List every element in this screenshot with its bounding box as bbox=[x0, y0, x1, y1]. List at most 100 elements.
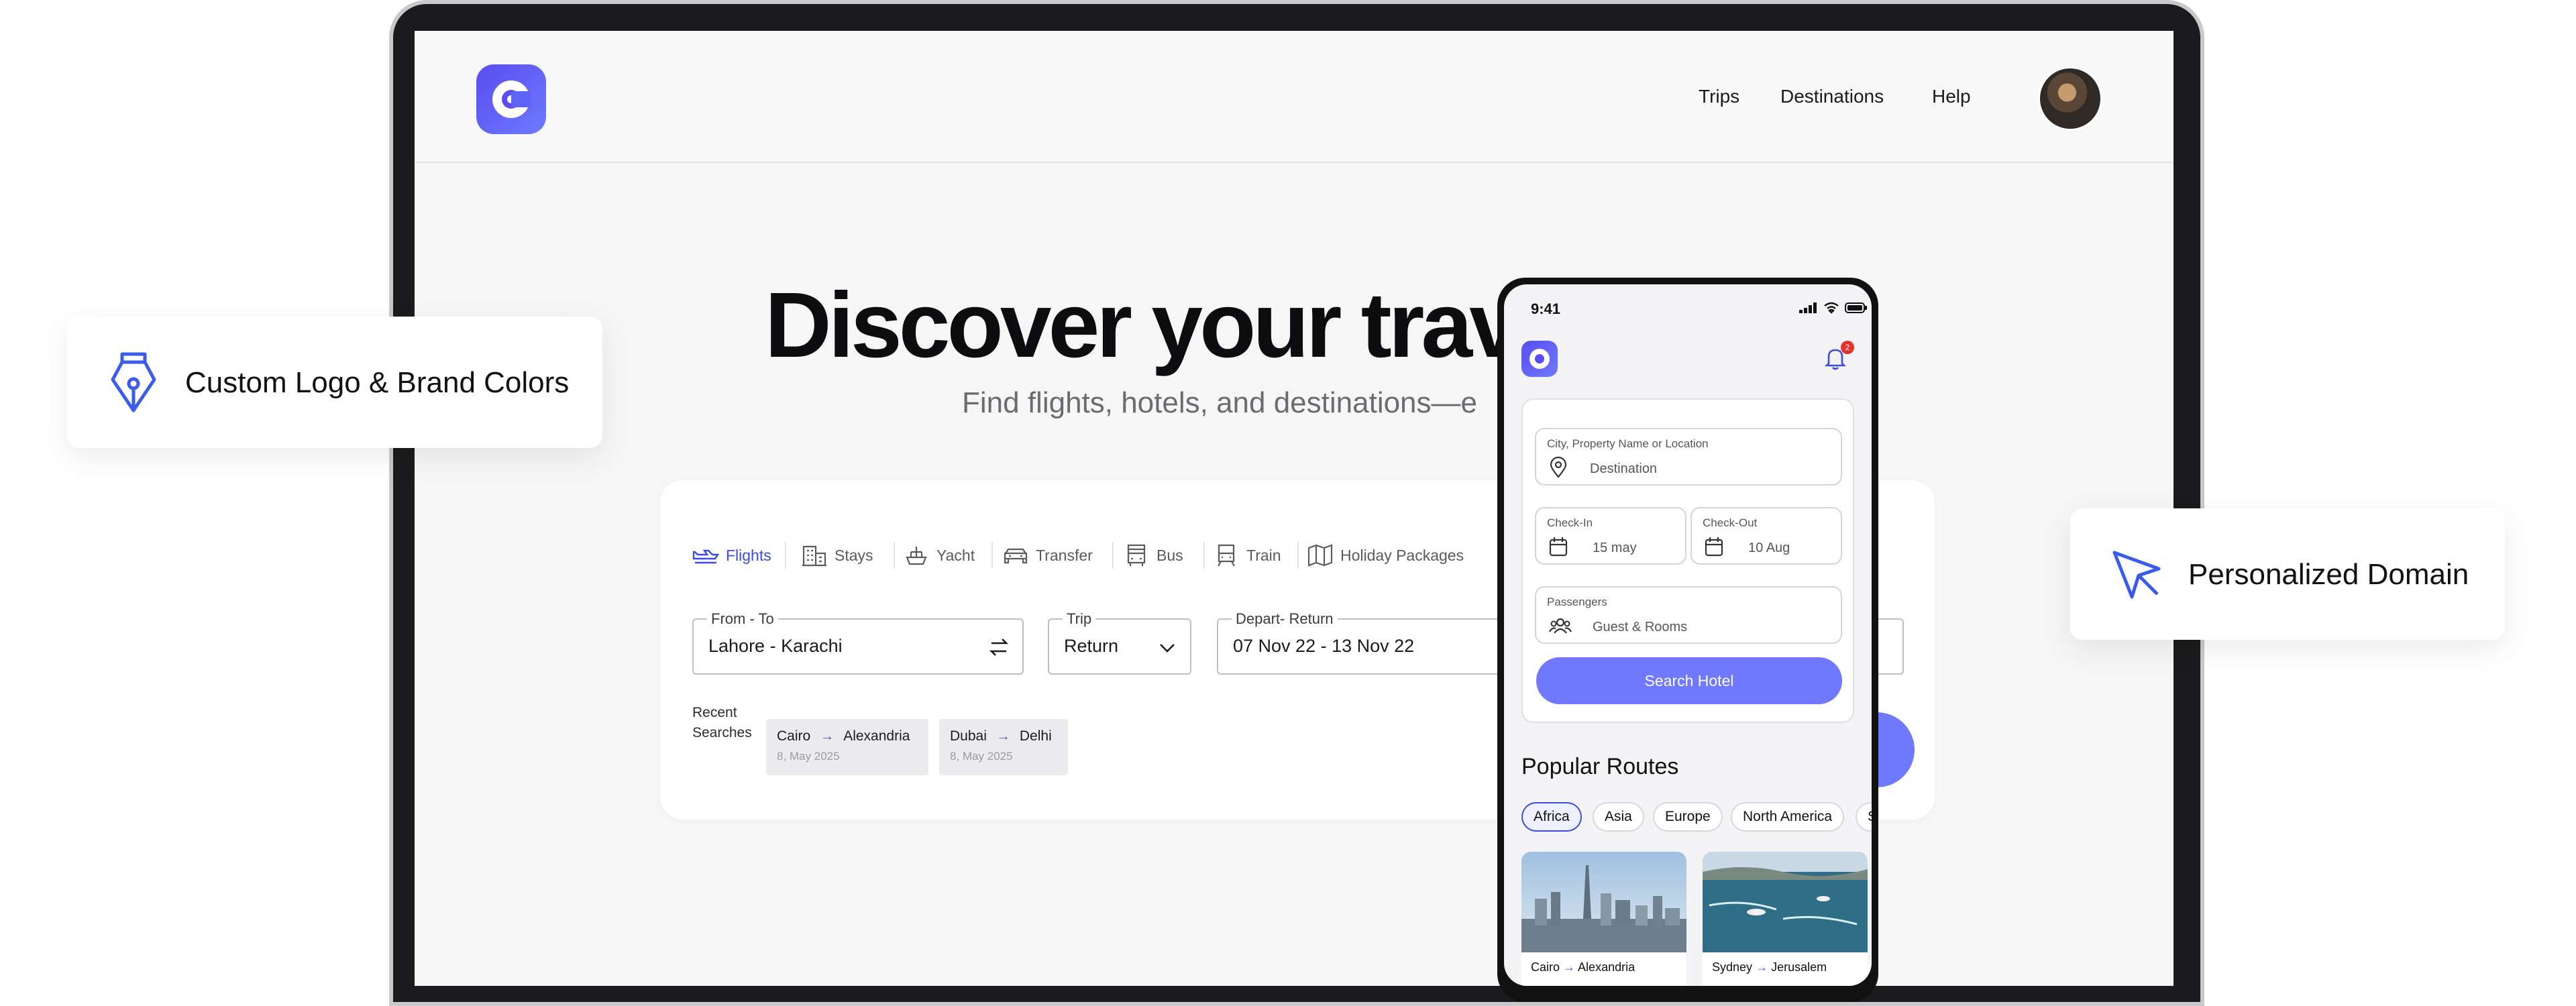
cursor-arrow-icon bbox=[2112, 551, 2161, 599]
field-value: 10 Aug bbox=[1748, 541, 1790, 555]
calendar-icon bbox=[1705, 537, 1723, 557]
tab-label: Train bbox=[1246, 546, 1281, 564]
region-pill-asia[interactable]: Asia bbox=[1593, 802, 1644, 832]
car-icon bbox=[1004, 548, 1028, 564]
field-value: 15 may bbox=[1593, 541, 1637, 555]
field-value: Return bbox=[1064, 636, 1119, 656]
top-nav: Trips Destinations Help bbox=[415, 31, 2174, 163]
chip-to: Alexandria bbox=[843, 728, 910, 744]
tab-label: Transfer bbox=[1036, 546, 1093, 564]
phone-mockup: 9:41 2 City, Property Name or Location D… bbox=[1497, 278, 1878, 1002]
from-to-field[interactable]: From - To Lahore - Karachi bbox=[692, 610, 1024, 675]
swap-icon[interactable] bbox=[987, 636, 1010, 659]
field-label: City, Property Name or Location bbox=[1547, 437, 1709, 450]
trip-select[interactable]: Trip Return bbox=[1048, 610, 1191, 675]
arrow-right-icon: → bbox=[1756, 960, 1768, 974]
arrow-right-icon: → bbox=[1563, 960, 1576, 974]
recent-search-chip[interactable]: Cairo → Alexandria 8, May 2025 bbox=[766, 719, 928, 775]
field-label: From - To bbox=[707, 610, 778, 628]
field-label: Check-In bbox=[1547, 516, 1593, 529]
chip-to: Delhi bbox=[1019, 728, 1052, 744]
nav-link-help[interactable]: Help bbox=[1932, 86, 1971, 107]
map-icon bbox=[1307, 544, 1333, 567]
feature-label: Personalized Domain bbox=[2188, 558, 2469, 591]
calendar-icon bbox=[1549, 537, 1568, 557]
route-to: Alexandria bbox=[1578, 960, 1635, 974]
laptop-screen: Trips Destinations Help Discover your tr… bbox=[415, 31, 2174, 986]
tab-label: Bus bbox=[1157, 546, 1183, 564]
checkout-field[interactable]: Check-Out 10 Aug bbox=[1690, 507, 1842, 565]
search-hotel-button[interactable]: Search Hotel bbox=[1536, 657, 1842, 704]
field-label: Passengers bbox=[1547, 596, 1607, 608]
field-label: Check-Out bbox=[1703, 516, 1758, 529]
tab-bus[interactable]: Bus bbox=[1123, 542, 1183, 569]
tab-stays[interactable]: Stays bbox=[801, 542, 873, 569]
checkin-field[interactable]: Check-In 15 may bbox=[1535, 507, 1686, 565]
route-card[interactable]: Cairo → Alexandria bbox=[1521, 852, 1686, 986]
region-pill-north-america[interactable]: North America bbox=[1731, 802, 1845, 832]
tab-label: Flights bbox=[726, 546, 771, 564]
tab-label: Yacht bbox=[936, 546, 975, 564]
building-icon bbox=[802, 545, 826, 567]
field-value: 07 Nov 22 - 13 Nov 22 bbox=[1233, 636, 1415, 656]
tab-label: Stays bbox=[835, 546, 873, 564]
tab-holiday-packages[interactable]: Holiday Packages bbox=[1307, 542, 1464, 569]
recent-searches-label: Recent Searches bbox=[692, 705, 752, 740]
brand-logo[interactable] bbox=[476, 64, 546, 134]
tab-transfer[interactable]: Transfer bbox=[1002, 542, 1093, 569]
feature-label: Custom Logo & Brand Colors bbox=[185, 366, 570, 399]
harbour-image bbox=[1703, 852, 1868, 952]
tab-flights[interactable]: Flights bbox=[692, 542, 771, 569]
feature-badge-branding: Custom Logo & Brand Colors bbox=[67, 317, 602, 448]
plane-icon bbox=[692, 549, 719, 564]
route-card[interactable]: Sydney → Jerusalem bbox=[1703, 852, 1868, 986]
passengers-field[interactable]: Passengers Guest & Rooms bbox=[1535, 586, 1842, 644]
chevron-down-icon bbox=[1160, 644, 1175, 653]
chip-from: Dubai bbox=[950, 728, 987, 744]
chip-from: Cairo bbox=[777, 728, 811, 744]
chip-date: 8, May 2025 bbox=[777, 750, 840, 763]
location-pin-icon bbox=[1550, 456, 1567, 478]
pen-tool-icon bbox=[111, 352, 156, 412]
status-icons bbox=[1799, 302, 1868, 314]
tab-label: Holiday Packages bbox=[1340, 546, 1464, 564]
nav-link-destinations[interactable]: Destinations bbox=[1780, 86, 1884, 107]
field-value: Lahore - Karachi bbox=[708, 636, 843, 656]
recent-search-chip[interactable]: Dubai → Delhi 8, May 2025 bbox=[939, 719, 1068, 775]
city-skyline-image bbox=[1521, 852, 1686, 952]
hero-title: Discover your trave bbox=[765, 274, 1569, 377]
phone-screen: 9:41 2 City, Property Name or Location D… bbox=[1504, 284, 1872, 986]
destination-field[interactable]: City, Property Name or Location Destinat… bbox=[1535, 428, 1842, 486]
route-to: Jerusalem bbox=[1771, 960, 1827, 974]
avatar[interactable] bbox=[2038, 66, 2102, 131]
bus-icon bbox=[1127, 544, 1146, 566]
signal-icon bbox=[1799, 302, 1817, 313]
popular-routes-title: Popular Routes bbox=[1521, 754, 1679, 779]
feature-badge-domain: Personalized Domain bbox=[2070, 508, 2505, 640]
tab-train[interactable]: Train bbox=[1213, 542, 1281, 569]
arrow-right-icon: → bbox=[820, 728, 835, 744]
route-from: Cairo bbox=[1531, 960, 1560, 974]
notification-badge: 2 bbox=[1841, 341, 1854, 354]
users-icon bbox=[1549, 618, 1572, 634]
field-label: Trip bbox=[1063, 610, 1096, 628]
hotel-search-form: City, Property Name or Location Destinat… bbox=[1521, 398, 1854, 723]
region-pill-europe[interactable]: Europe bbox=[1653, 802, 1723, 832]
battery-icon bbox=[1845, 302, 1867, 313]
train-icon bbox=[1218, 544, 1235, 567]
tab-yacht[interactable]: Yacht bbox=[903, 542, 975, 569]
region-pill-africa[interactable]: Africa bbox=[1521, 802, 1582, 832]
region-pill-more[interactable]: S bbox=[1856, 802, 1872, 832]
brand-logo[interactable] bbox=[1521, 341, 1558, 377]
status-time: 9:41 bbox=[1531, 300, 1561, 317]
field-value: Destination bbox=[1590, 461, 1658, 476]
wifi-icon bbox=[1824, 302, 1839, 314]
chip-date: 8, May 2025 bbox=[950, 750, 1013, 763]
field-label: Depart- Return bbox=[1232, 610, 1338, 628]
field-value: Guest & Rooms bbox=[1593, 620, 1688, 634]
hero-subtitle: Find flights, hotels, and destinations—e bbox=[962, 386, 1478, 419]
yacht-icon bbox=[906, 547, 927, 565]
arrow-right-icon: → bbox=[996, 728, 1010, 744]
nav-link-trips[interactable]: Trips bbox=[1699, 86, 1739, 107]
route-from: Sydney bbox=[1712, 960, 1753, 974]
